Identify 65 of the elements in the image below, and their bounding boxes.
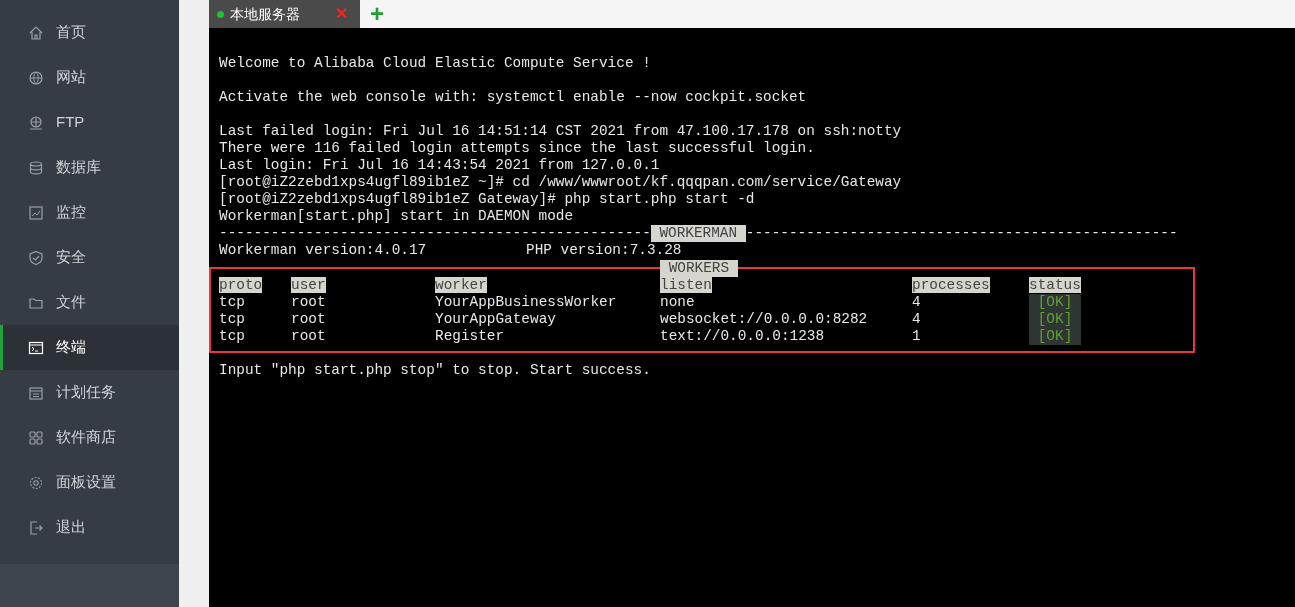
table-cell-text: YourAppGateway xyxy=(435,311,557,328)
sidebar-item[interactable]: FTP xyxy=(0,100,179,145)
terminal-line: There were 116 failed login attempts since the last successful login. xyxy=(219,140,816,157)
table-cell-text: 4 xyxy=(912,294,922,311)
table-cell-text: websocket://0.0.0.0:8282 xyxy=(660,311,869,328)
version-text: PHP version:7.3.28 xyxy=(526,242,682,259)
dashed-rule: -------------------------------------------------- xyxy=(219,225,651,242)
globe-icon xyxy=(28,69,44,86)
column-header: worker xyxy=(435,277,487,293)
version-text: Workerman version:4.0.17 xyxy=(219,242,428,259)
terminal-line: [root@iZ2zebd1xps4ugfl89ib1eZ Gateway]# php start.php start -d xyxy=(219,191,756,208)
sidebar-item[interactable]: 退出 xyxy=(0,505,179,550)
sidebar-item[interactable]: 软件商店 xyxy=(0,415,179,460)
table-cell-text: text://0.0.0.0:1238 xyxy=(660,328,826,345)
sidebar-item[interactable]: 监控 xyxy=(0,190,179,235)
calendar-icon xyxy=(28,384,44,401)
sidebar-item[interactable]: 首页 xyxy=(0,10,179,55)
terminal-panel[interactable] xyxy=(209,28,1295,607)
terminal-line: Input "php start.php stop" to stop. Start success. xyxy=(219,362,652,379)
shield-icon xyxy=(28,249,44,266)
table-cell-text: YourAppBusinessWorker xyxy=(435,294,618,311)
dashed-rule: -------------------------------------------------- xyxy=(745,225,1178,242)
sidebar-item[interactable]: 面板设置 xyxy=(0,460,179,505)
table-cell-text: tcp xyxy=(219,328,246,345)
table-cell-text: root xyxy=(291,311,327,328)
table-cell-text: 1 xyxy=(912,328,922,345)
table-cell-text: root xyxy=(291,328,327,345)
table-cell-text: none xyxy=(660,294,696,311)
sidebar-item[interactable]: 网站 xyxy=(0,55,179,100)
settings-icon xyxy=(28,474,44,491)
sidebar-item[interactable]: 安全 xyxy=(0,235,179,280)
column-header: status xyxy=(1029,277,1081,293)
banner-label: WORKERMAN xyxy=(650,225,746,242)
sidebar-item[interactable]: 计划任务 xyxy=(0,370,179,415)
globe-icon xyxy=(28,114,44,131)
chart-icon xyxy=(28,204,44,221)
section-label: WORKERS xyxy=(660,260,738,277)
sidebar-item[interactable]: 文件 xyxy=(0,280,179,325)
column-header: listen xyxy=(660,277,712,293)
database-icon xyxy=(28,159,44,176)
status-cell: [OK] xyxy=(1029,311,1081,328)
home-icon xyxy=(28,24,44,41)
table-cell-text: tcp xyxy=(219,294,246,311)
exit-icon xyxy=(28,519,44,536)
status-cell: [OK] xyxy=(1029,328,1081,345)
terminal-line: Last failed login: Fri Jul 16 14:51:14 CST 2021 from 47.100.17.178 on ssh:notty xyxy=(219,123,903,140)
column-header: proto xyxy=(219,277,263,293)
sidebar-item[interactable]: 终端 xyxy=(0,325,179,370)
column-header: user xyxy=(291,277,326,293)
table-cell-text: tcp xyxy=(219,311,246,328)
tab-label: 本地服务器 xyxy=(230,4,301,24)
terminal-line: Last login: Fri Jul 16 14:43:54 2021 from 127.0.0.1 xyxy=(219,157,661,174)
terminal-line: [root@iZ2zebd1xps4ugfl89ib1eZ ~]# cd /www/wwwroot/kf.qqqpan.com/service/Gateway xyxy=(219,174,903,191)
terminal-icon xyxy=(28,339,44,356)
table-cell-text: Register xyxy=(435,328,506,345)
column-header: processes xyxy=(912,277,990,293)
sidebar-item[interactable]: 数据库 xyxy=(0,145,179,190)
grid-icon xyxy=(28,429,44,446)
table-cell-text: root xyxy=(291,294,327,311)
terminal-line: Workerman[start.php] start in DAEMON mode xyxy=(219,208,575,225)
status-cell: [OK] xyxy=(1029,294,1081,311)
terminal-line: Activate the web console with: systemctl enable --now cockpit.socket xyxy=(219,89,808,106)
terminal-line: Welcome to Alibaba Cloud Elastic Compute Service ! xyxy=(219,55,652,72)
table-cell-text: 4 xyxy=(912,311,922,328)
tab[interactable]: 本地服务器 ✕ xyxy=(209,0,360,28)
